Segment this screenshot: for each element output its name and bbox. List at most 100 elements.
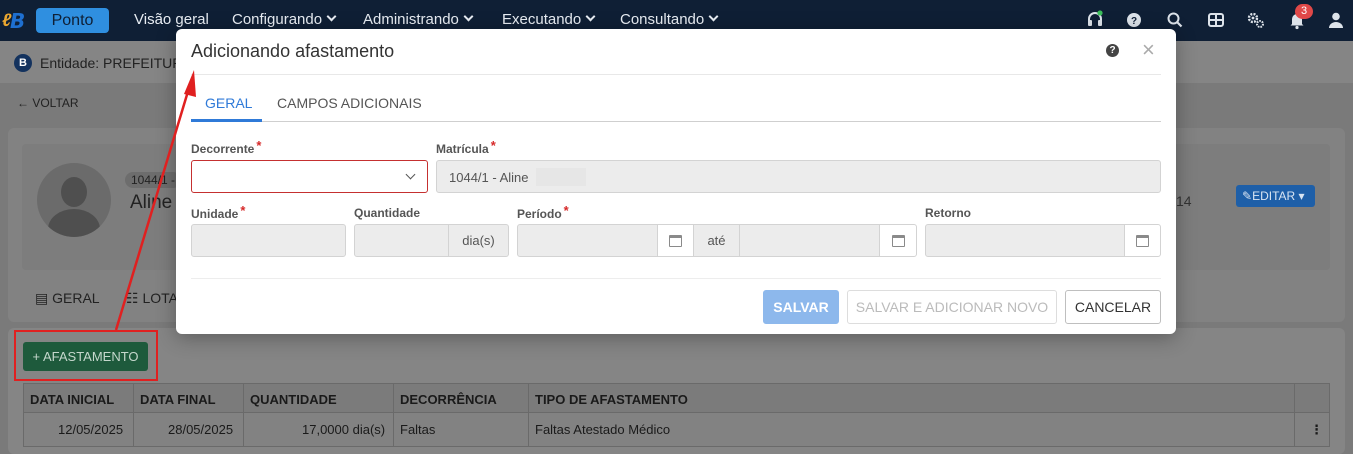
modal-tab-geral[interactable]: GERAL bbox=[205, 95, 252, 111]
field-label-text: Matrícula bbox=[436, 142, 489, 156]
nav-administrando[interactable]: Administrando bbox=[363, 11, 474, 28]
module-badge[interactable]: Ponto bbox=[36, 8, 109, 33]
modal-tab-campos-adicionais[interactable]: CAMPOS ADICIONAIS bbox=[277, 95, 422, 111]
calendar-icon bbox=[1136, 235, 1149, 247]
apps-grid-icon[interactable] bbox=[1206, 10, 1226, 30]
nav-executando[interactable]: Executando bbox=[502, 11, 596, 28]
nav-consultando[interactable]: Consultando bbox=[620, 11, 719, 28]
column-divider bbox=[393, 383, 394, 447]
chevron-down-icon bbox=[405, 169, 416, 180]
avatar-shoulders-shape bbox=[48, 209, 100, 237]
calendar-icon bbox=[892, 235, 905, 247]
back-label: VOLTAR bbox=[32, 96, 79, 110]
logo-b-mark: B bbox=[10, 9, 26, 33]
matricula-label: Matrícula * bbox=[436, 138, 496, 156]
modal-title: Adicionando afastamento bbox=[191, 41, 395, 61]
unidade-field[interactable] bbox=[191, 224, 346, 257]
quantidade-label: Quantidade bbox=[354, 206, 421, 220]
column-header[interactable]: DATA INICIAL bbox=[30, 392, 114, 407]
column-header[interactable]: QUANTIDADE bbox=[250, 392, 337, 407]
column-divider bbox=[243, 383, 244, 447]
cancel-button[interactable]: CANCELAR bbox=[1065, 290, 1161, 324]
periodo-label: Período * bbox=[517, 203, 569, 221]
entity-logo-icon: B bbox=[14, 54, 32, 72]
nav-visao-geral[interactable]: Visão geral bbox=[134, 11, 209, 28]
close-icon[interactable]: × bbox=[1142, 39, 1155, 61]
tab-geral[interactable]: ▤ GERAL bbox=[35, 290, 100, 307]
decorrente-label: Decorrente * bbox=[191, 138, 262, 156]
row-menu-icon[interactable]: ⋮ bbox=[1310, 422, 1323, 438]
unidade-label: Unidade * bbox=[191, 203, 246, 221]
chevron-down-icon bbox=[585, 11, 596, 22]
matricula-field[interactable]: 1044/1 - Aline bbox=[436, 160, 1161, 193]
column-divider bbox=[1294, 383, 1295, 447]
back-link[interactable]: ← VOLTAR bbox=[17, 96, 79, 110]
periodo-end-calendar-button[interactable] bbox=[879, 224, 917, 257]
quantidade-field[interactable] bbox=[354, 224, 449, 257]
chevron-down-icon bbox=[708, 11, 719, 22]
active-tab-indicator bbox=[191, 119, 262, 122]
help-icon[interactable]: ? bbox=[1124, 10, 1144, 30]
column-header[interactable]: DATA FINAL bbox=[140, 392, 216, 407]
arrow-left-icon: ← bbox=[17, 96, 33, 110]
periodo-start-calendar-button[interactable] bbox=[657, 224, 694, 257]
table-row[interactable]: 12/05/2025 28/05/2025 17,0000 dia(s) Fal… bbox=[23, 413, 1330, 447]
retorno-field[interactable] bbox=[925, 224, 1125, 257]
search-icon[interactable] bbox=[1165, 10, 1185, 30]
cell-quantidade: 17,0000 dia(s) bbox=[302, 422, 386, 437]
matricula-value: 1044/1 - Aline bbox=[449, 170, 529, 185]
tab-label: LOTA bbox=[142, 290, 178, 306]
periodo-end-field[interactable] bbox=[739, 224, 880, 257]
avatar-head-shape bbox=[61, 177, 87, 207]
annotation-highlight-box bbox=[14, 330, 158, 381]
edit-button[interactable]: ✎EDITAR ▾ bbox=[1236, 185, 1315, 207]
cell-data-inicial: 12/05/2025 bbox=[58, 422, 124, 437]
nav-label: Administrando bbox=[363, 11, 459, 28]
calendar-icon bbox=[669, 235, 682, 247]
decorrente-select[interactable] bbox=[191, 160, 428, 193]
tab-label: GERAL bbox=[52, 290, 100, 306]
entity-label[interactable]: Entidade: PREFEITUR bbox=[40, 55, 182, 71]
required-asterisk: * bbox=[240, 203, 246, 218]
required-asterisk: * bbox=[256, 138, 262, 153]
settings-gears-icon[interactable] bbox=[1246, 10, 1266, 30]
sitemap-icon: ☷ bbox=[126, 290, 143, 306]
divider bbox=[191, 74, 1161, 75]
notification-count-badge: 3 bbox=[1295, 4, 1313, 19]
chevron-down-icon bbox=[463, 11, 474, 22]
field-label-text: Decorrente bbox=[191, 142, 255, 156]
chevron-down-icon: ▾ bbox=[1295, 189, 1305, 203]
column-header[interactable]: TIPO DE AFASTAMENTO bbox=[535, 392, 688, 407]
chevron-down-icon bbox=[326, 11, 337, 22]
field-label-text: Unidade bbox=[191, 207, 239, 221]
required-asterisk: * bbox=[563, 203, 569, 218]
save-and-add-new-button[interactable]: SALVAR E ADICIONAR NOVO bbox=[847, 290, 1057, 324]
required-asterisk: * bbox=[490, 138, 496, 153]
save-button[interactable]: SALVAR bbox=[763, 290, 839, 324]
nav-label: Visão geral bbox=[134, 11, 209, 28]
column-divider bbox=[133, 383, 134, 447]
avatar bbox=[37, 163, 111, 237]
pencil-icon: ✎ bbox=[1242, 189, 1253, 203]
add-afastamento-modal: Adicionando afastamento ? × GERAL CAMPOS… bbox=[176, 29, 1176, 334]
cell-tipo: Faltas Atestado Médico bbox=[535, 422, 671, 437]
footer-divider bbox=[191, 278, 1161, 279]
headset-icon[interactable] bbox=[1085, 10, 1105, 30]
cell-decorrencia: Faltas bbox=[400, 422, 436, 437]
table-header: DATA INICIAL DATA FINAL QUANTIDADE DECOR… bbox=[23, 383, 1330, 413]
nav-label: Configurando bbox=[232, 11, 323, 28]
retorno-calendar-button[interactable] bbox=[1124, 224, 1161, 257]
periodo-start-field[interactable] bbox=[517, 224, 658, 257]
retorno-label: Retorno bbox=[925, 206, 971, 220]
matricula-chip: 1044/1 - bbox=[125, 172, 181, 188]
column-header[interactable]: DECORRÊNCIA bbox=[400, 392, 497, 407]
nav-label: Consultando bbox=[620, 11, 705, 28]
tab-lotacao[interactable]: ☷ LOTA bbox=[126, 290, 178, 307]
periodo-separator: até bbox=[693, 224, 740, 257]
help-icon[interactable]: ? bbox=[1106, 44, 1119, 57]
profile-name: Aline bbox=[130, 192, 173, 213]
logo[interactable]: ℓ B bbox=[0, 8, 40, 33]
redacted-mask bbox=[536, 168, 586, 186]
nav-configurando[interactable]: Configurando bbox=[232, 11, 337, 28]
user-icon[interactable] bbox=[1326, 10, 1346, 30]
